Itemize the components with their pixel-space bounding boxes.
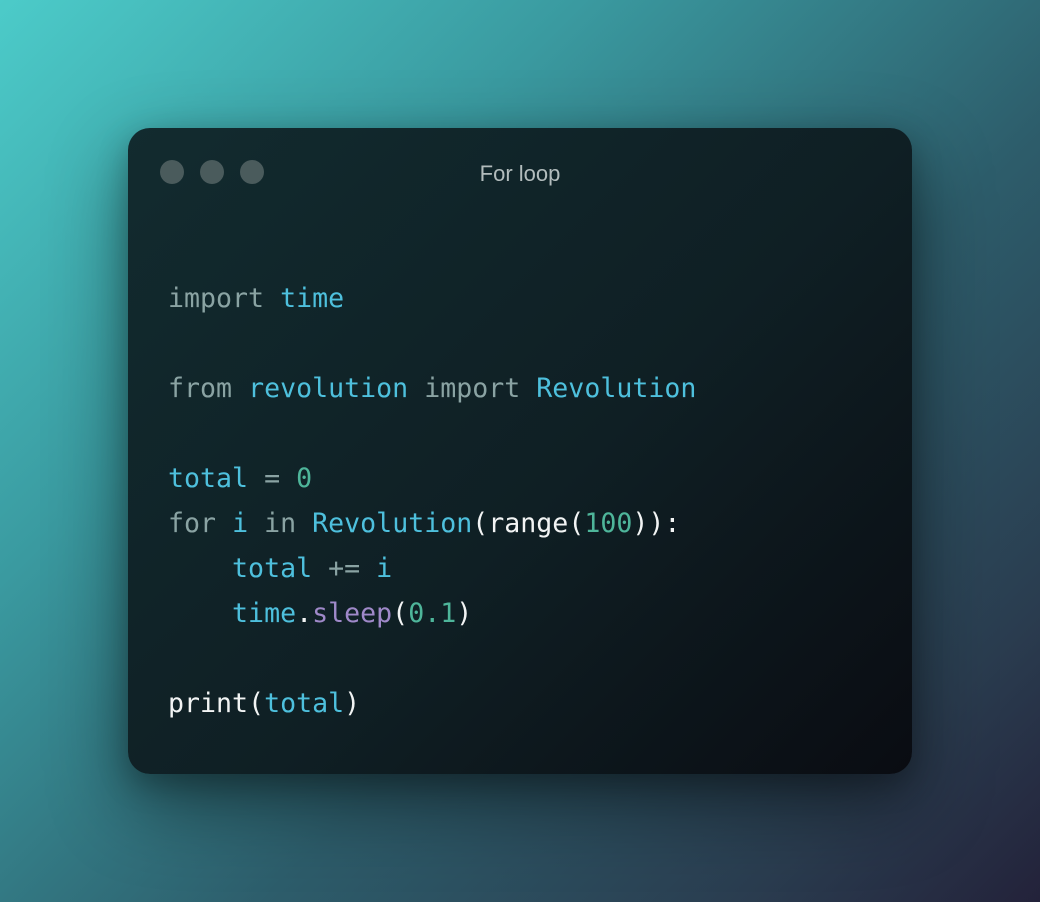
code-token: . (296, 598, 313, 629)
code-line: import time (168, 276, 696, 321)
code-line: for i in Revolution(range(100)): (168, 501, 696, 546)
code-token: sleep (312, 598, 393, 629)
code-token: )): (632, 508, 681, 539)
code-line: print(total) (168, 681, 696, 726)
window-titlebar: For loop (128, 128, 912, 220)
code-token: from (168, 373, 233, 404)
code-token: ) (456, 598, 473, 629)
code-token: total (232, 553, 313, 584)
code-token: import (424, 373, 521, 404)
code-line: from revolution import Revolution (168, 366, 696, 411)
code-token: i (232, 508, 249, 539)
code-token: print (168, 688, 249, 719)
code-token: += (328, 553, 361, 584)
code-token: ( (248, 688, 265, 719)
code-token: ( (392, 598, 409, 629)
code-window: For loop import time from revolution impo… (128, 128, 912, 774)
code-token: ( (472, 508, 489, 539)
code-token: in (264, 508, 297, 539)
code-token: total (168, 463, 249, 494)
code-line: total = 0 (168, 456, 696, 501)
code-token: time (232, 598, 297, 629)
code-token: 0 (296, 463, 313, 494)
code-block[interactable]: import time from revolution import Revolu… (168, 276, 696, 726)
code-token: Revolution (536, 373, 697, 404)
code-token: Revolution (312, 508, 473, 539)
code-line: total += i (168, 546, 696, 591)
code-token: = (264, 463, 281, 494)
code-token: revolution (248, 373, 409, 404)
code-token: range (488, 508, 569, 539)
code-line: time.sleep(0.1) (168, 591, 696, 636)
code-token: ) (344, 688, 361, 719)
code-token: total (264, 688, 345, 719)
code-token: for (168, 508, 217, 539)
code-token: 100 (584, 508, 633, 539)
code-token: import (168, 283, 265, 314)
window-title: For loop (479, 161, 561, 186)
code-token: ( (568, 508, 585, 539)
code-token: i (376, 553, 393, 584)
code-token: 0.1 (408, 598, 457, 629)
code-token: time (280, 283, 345, 314)
